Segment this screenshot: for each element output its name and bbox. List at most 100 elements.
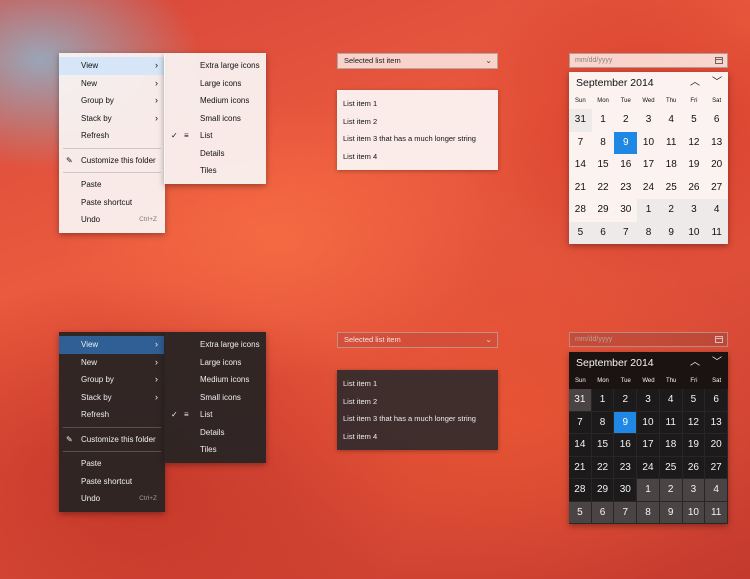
calendar-day[interactable]: 20: [705, 434, 728, 457]
submenu-item-small-icons[interactable]: Small icons: [164, 110, 266, 128]
calendar-day[interactable]: 6: [705, 109, 728, 132]
calendar-day[interactable]: 21: [569, 456, 592, 479]
calendar-day[interactable]: 26: [683, 177, 706, 200]
calendar-day[interactable]: 11: [660, 132, 683, 155]
calendar-day[interactable]: 29: [591, 479, 615, 502]
menu-item-refresh[interactable]: Refresh: [59, 406, 165, 424]
calendar-day[interactable]: 10: [637, 411, 660, 434]
calendar-day[interactable]: 3: [682, 199, 706, 222]
calendar-day[interactable]: 10: [682, 221, 706, 244]
calendar-day[interactable]: 22: [592, 177, 615, 200]
calendar-day[interactable]: 29: [592, 199, 615, 222]
calendar-day[interactable]: 5: [682, 389, 706, 412]
calendar-day[interactable]: 1: [637, 199, 660, 222]
calendar-day[interactable]: 31: [569, 109, 592, 132]
menu-item-paste[interactable]: Paste: [59, 176, 165, 194]
menu-item-view[interactable]: View ›: [59, 57, 165, 75]
menu-item-view[interactable]: View ›: [59, 336, 165, 354]
menu-item-stack-by[interactable]: Stack by ›: [59, 110, 165, 128]
calendar-icon[interactable]: [714, 333, 724, 346]
chevron-up-icon[interactable]: ︿: [690, 352, 700, 374]
submenu-item-list[interactable]: ✓ ≡ List: [164, 127, 266, 145]
calendar-day[interactable]: 7: [569, 411, 592, 434]
menu-item-undo[interactable]: Undo Ctrl+Z: [59, 490, 165, 508]
calendar-day[interactable]: 24: [637, 456, 660, 479]
list-item[interactable]: List item 4: [337, 428, 498, 446]
calendar-day[interactable]: 28: [569, 199, 592, 222]
calendar-day[interactable]: 8: [637, 501, 660, 524]
calendar-day[interactable]: 20: [705, 154, 728, 177]
calendar-day[interactable]: 13: [705, 132, 728, 155]
calendar-day[interactable]: 6: [591, 501, 615, 524]
calendar-day[interactable]: 7: [614, 501, 638, 524]
calendar-day[interactable]: 3: [637, 109, 660, 132]
list-item[interactable]: List item 1: [337, 95, 498, 113]
calendar-day[interactable]: 2: [614, 109, 637, 132]
calendar-day[interactable]: 21: [569, 177, 592, 200]
menu-item-group-by[interactable]: Group by ›: [59, 92, 165, 110]
calendar-day[interactable]: 8: [591, 411, 615, 434]
combo-box-dark[interactable]: Selected list item ⌄: [337, 332, 498, 348]
calendar-day[interactable]: 9: [659, 221, 683, 244]
calendar-day[interactable]: 22: [591, 456, 615, 479]
calendar-day[interactable]: 1: [637, 479, 660, 502]
submenu-item-details[interactable]: Details: [164, 424, 266, 442]
calendar-day[interactable]: 23: [614, 177, 637, 200]
calendar-day[interactable]: 7: [614, 221, 638, 244]
calendar-day[interactable]: 27: [705, 456, 728, 479]
calendar-day[interactable]: 26: [682, 456, 706, 479]
calendar-day[interactable]: 9: [614, 411, 638, 434]
chevron-down-icon[interactable]: ﹀: [712, 352, 722, 374]
calendar-day[interactable]: 7: [569, 132, 592, 155]
calendar-day[interactable]: 10: [682, 501, 706, 524]
calendar-day[interactable]: 12: [682, 411, 706, 434]
calendar-day[interactable]: 13: [705, 411, 728, 434]
calendar-day[interactable]: 9: [659, 501, 683, 524]
list-item[interactable]: List item 4: [337, 148, 498, 166]
list-item[interactable]: List item 2: [337, 393, 498, 411]
calendar-day[interactable]: 6: [705, 389, 728, 412]
calendar-day[interactable]: 4: [705, 479, 728, 502]
calendar-day[interactable]: 24: [637, 177, 660, 200]
month-label[interactable]: September 2014: [576, 357, 654, 369]
calendar-day[interactable]: 4: [660, 109, 683, 132]
calendar-day[interactable]: 17: [637, 434, 660, 457]
submenu-item-medium-icons[interactable]: Medium icons: [164, 92, 266, 110]
calendar-day[interactable]: 14: [569, 434, 592, 457]
menu-item-paste-shortcut[interactable]: Paste shortcut: [59, 194, 165, 212]
calendar-day[interactable]: 14: [569, 154, 592, 177]
calendar-day[interactable]: 23: [614, 456, 638, 479]
calendar-day[interactable]: 9: [614, 131, 638, 154]
calendar-day[interactable]: 15: [591, 434, 615, 457]
calendar-day[interactable]: 4: [659, 389, 683, 412]
submenu-item-extra-large-icons[interactable]: Extra large icons: [164, 57, 266, 75]
calendar-day[interactable]: 5: [683, 109, 706, 132]
submenu-item-extra-large-icons[interactable]: Extra large icons: [164, 336, 266, 354]
calendar-day[interactable]: 8: [637, 221, 660, 244]
list-item[interactable]: List item 2: [337, 113, 498, 131]
calendar-day[interactable]: 6: [591, 221, 615, 244]
month-label[interactable]: September 2014: [576, 77, 654, 89]
calendar-day[interactable]: 27: [705, 177, 728, 200]
calendar-day[interactable]: 3: [637, 389, 660, 412]
combo-box-light[interactable]: Selected list item ⌄: [337, 53, 498, 69]
menu-item-group-by[interactable]: Group by ›: [59, 371, 165, 389]
list-item[interactable]: List item 3 that has a much longer strin…: [337, 410, 498, 428]
chevron-down-icon[interactable]: ﹀: [712, 72, 722, 94]
chevron-up-icon[interactable]: ︿: [690, 72, 700, 94]
menu-item-new[interactable]: New ›: [59, 354, 165, 372]
calendar-day[interactable]: 28: [569, 479, 592, 502]
calendar-day[interactable]: 19: [682, 434, 706, 457]
submenu-item-medium-icons[interactable]: Medium icons: [164, 371, 266, 389]
list-item[interactable]: List item 1: [337, 375, 498, 393]
calendar-day[interactable]: 19: [683, 154, 706, 177]
menu-item-new[interactable]: New ›: [59, 75, 165, 93]
submenu-item-large-icons[interactable]: Large icons: [164, 75, 266, 93]
calendar-day[interactable]: 12: [683, 132, 706, 155]
calendar-day[interactable]: 5: [569, 501, 592, 524]
date-input-light[interactable]: mm/dd/yyyy: [569, 53, 728, 68]
date-input-dark[interactable]: mm/dd/yyyy: [569, 332, 728, 347]
submenu-item-small-icons[interactable]: Small icons: [164, 389, 266, 407]
calendar-day[interactable]: 3: [682, 479, 706, 502]
menu-item-stack-by[interactable]: Stack by ›: [59, 389, 165, 407]
